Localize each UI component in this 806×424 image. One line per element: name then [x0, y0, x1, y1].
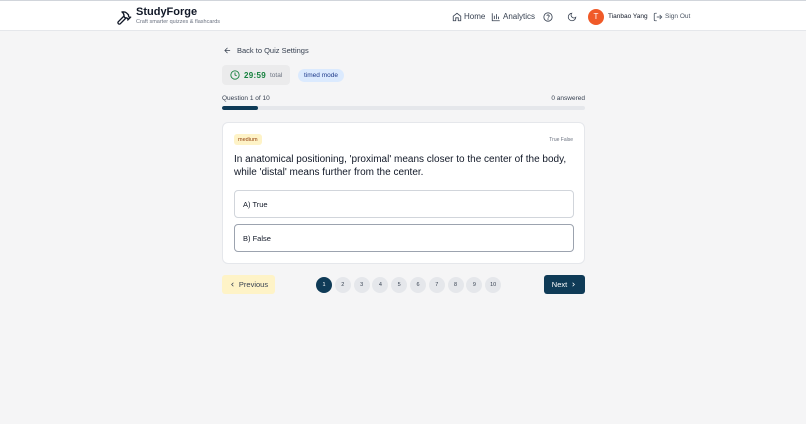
- difficulty-badge: medium: [234, 134, 262, 145]
- page-button-3[interactable]: 3: [353, 277, 370, 293]
- answered-count: 0 answered: [551, 95, 585, 102]
- clock-icon: [230, 70, 240, 80]
- brand-name: StudyForge: [136, 6, 198, 18]
- timer-value: 29:59: [244, 70, 266, 80]
- progress-bar: [222, 106, 585, 110]
- sign-out-label: Sign Out: [665, 13, 691, 20]
- option-false[interactable]: B) False: [234, 224, 574, 252]
- page-button-6[interactable]: 6: [409, 277, 426, 293]
- question-text: In anatomical positioning, 'proximal' me…: [234, 154, 567, 178]
- nav-home-label: Home: [464, 12, 486, 21]
- page-button-5[interactable]: 5: [391, 277, 408, 293]
- app-header: StudyForge Craft smarter quizzes & flash…: [0, 0, 806, 31]
- sign-out-button[interactable]: Sign Out: [653, 1, 690, 32]
- timer-label: total: [269, 71, 283, 79]
- nav-analytics-label: Analytics: [503, 12, 536, 21]
- page-button-9[interactable]: 9: [466, 277, 483, 293]
- question-card: medium True False In anatomical position…: [222, 122, 585, 264]
- question-counter: Question 1 of 10: [222, 95, 270, 102]
- nav-analytics[interactable]: Analytics: [491, 1, 535, 32]
- hammer-logo-icon: [117, 10, 132, 25]
- home-icon: [452, 12, 462, 21]
- option-true[interactable]: A) True: [234, 190, 574, 218]
- back-label: Back to Quiz Settings: [237, 46, 309, 55]
- arrow-left-icon: [224, 47, 231, 54]
- brand-tagline: Craft smarter quizzes & flashcards: [136, 19, 221, 25]
- next-label: Next: [551, 280, 568, 289]
- mode-badge: timed mode: [298, 69, 344, 82]
- page-button-4[interactable]: 4: [372, 277, 389, 293]
- timer: 29:59 total: [222, 65, 290, 85]
- page-button-10[interactable]: 10: [485, 277, 502, 293]
- chevron-right-icon: [572, 282, 576, 287]
- next-button[interactable]: Next: [544, 275, 585, 294]
- page-button-7[interactable]: 7: [428, 277, 445, 293]
- previous-button[interactable]: Previous: [222, 275, 275, 294]
- moon-icon: [567, 12, 577, 21]
- help-button[interactable]: [543, 1, 553, 32]
- page-button-2[interactable]: 2: [334, 277, 351, 293]
- help-circle-icon: [543, 11, 553, 22]
- bar-chart-icon: [491, 12, 500, 21]
- back-to-settings-link[interactable]: Back to Quiz Settings: [223, 46, 309, 55]
- progress-fill: [222, 106, 259, 110]
- log-out-icon: [653, 12, 663, 21]
- previous-label: Previous: [238, 280, 269, 289]
- user-menu[interactable]: T Tianbao Yang: [588, 1, 648, 32]
- theme-toggle-button[interactable]: [567, 1, 577, 32]
- page-selector: 1 2 3 4 5 6 7 8 9 10: [316, 277, 504, 293]
- user-name: Tianbao Yang: [608, 13, 648, 20]
- page-button-1[interactable]: 1: [316, 277, 332, 293]
- question-type: True False: [549, 137, 573, 143]
- nav-home[interactable]: Home: [452, 1, 485, 32]
- avatar: T: [588, 8, 604, 25]
- brand[interactable]: StudyForge Craft smarter quizzes & flash…: [116, 6, 220, 26]
- page-button-8[interactable]: 8: [447, 277, 464, 293]
- chevron-left-icon: [231, 282, 234, 287]
